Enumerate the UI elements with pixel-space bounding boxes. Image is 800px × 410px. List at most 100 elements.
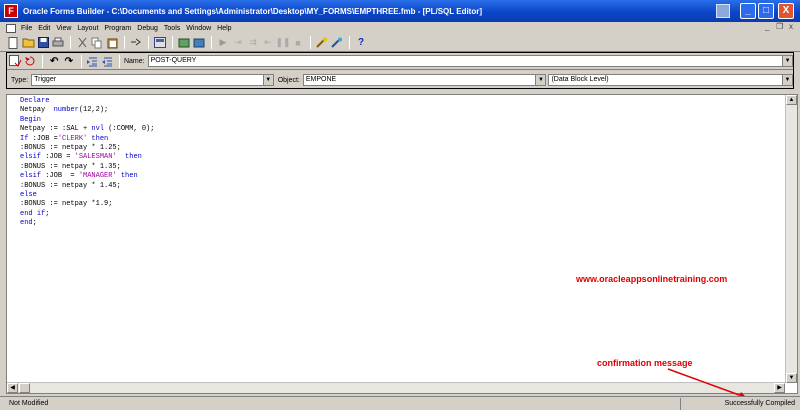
code-line[interactable]: :BONUS := netpay * 1.25; <box>20 144 154 153</box>
toolbar-separator <box>211 36 212 49</box>
menu-bar: File Edit View Layout Program Debug Tool… <box>0 22 800 34</box>
pause-icon[interactable]: ❚❚ <box>275 36 290 50</box>
code-line[interactable]: else <box>20 191 154 200</box>
name-field[interactable]: POST-QUERY ▼ <box>147 55 794 67</box>
code-line[interactable]: :BONUS := netpay *1.9; <box>20 200 154 209</box>
object-label: Object: <box>277 76 300 84</box>
toolbar-separator <box>172 36 173 49</box>
oracle-forms-app-icon[interactable]: F <box>4 4 18 18</box>
code-line[interactable]: Begin <box>20 116 154 125</box>
step-out-icon[interactable]: ⇤ <box>261 36 275 50</box>
chevron-down-icon[interactable]: ▼ <box>782 75 792 85</box>
stop-icon[interactable]: ■ <box>291 36 305 50</box>
cut-icon[interactable] <box>75 36 89 50</box>
compile-all-icon[interactable] <box>192 36 206 50</box>
editor-separator <box>80 54 82 68</box>
name-value: POST-QUERY <box>150 57 197 64</box>
open-icon[interactable] <box>21 36 35 50</box>
code-line[interactable]: Netpay := :SAL + nvl (:COMM, 0); <box>20 125 154 134</box>
watermark-text: www.oracleappsonlinetraining.com <box>576 274 728 284</box>
scroll-left-arrow[interactable]: ◀ <box>7 383 18 393</box>
vertical-scrollbar[interactable]: ▲ ▼ <box>785 95 797 383</box>
object-value: EMPONE <box>305 76 337 83</box>
go-icon[interactable]: ▶ <box>216 36 230 50</box>
toolbar-separator <box>124 36 125 49</box>
step-into-icon[interactable]: ⇥ <box>231 36 245 50</box>
chevron-down-icon[interactable]: ▼ <box>782 56 793 66</box>
code-line[interactable]: If :JOB ='CLERK' then <box>20 135 154 144</box>
mdi-minimize-button[interactable]: _ <box>765 22 769 31</box>
type-value: Trigger <box>34 76 57 83</box>
status-compiled: Successfully Compiled <box>724 400 795 407</box>
toolbar-separator <box>148 36 149 49</box>
window-title: Oracle Forms Builder - C:\Documents and … <box>23 6 483 16</box>
editor-separator <box>42 54 44 68</box>
plsql-editor-header: ↶ ↷ Name: POST-QUERY ▼ Type: Trigger ▼ O… <box>6 52 794 89</box>
menu-layout[interactable]: Layout <box>74 25 101 32</box>
menu-debug[interactable]: Debug <box>134 25 161 32</box>
object-dropdown[interactable]: EMPONE ▼ <box>302 74 547 86</box>
horizontal-scroll-thumb[interactable] <box>19 383 30 393</box>
undo-icon[interactable]: ↶ <box>47 54 61 68</box>
indent-icon[interactable] <box>86 54 100 68</box>
chevron-down-icon[interactable]: ▼ <box>262 75 273 85</box>
chevron-down-icon[interactable]: ▼ <box>535 75 546 85</box>
compile-icon[interactable] <box>177 36 191 50</box>
horizontal-scrollbar[interactable]: ◀ ▶ <box>7 382 785 393</box>
wizard-icon[interactable] <box>315 36 329 50</box>
code-line[interactable]: :BONUS := netpay * 1.35; <box>20 163 154 172</box>
annotation-label: confirmation message <box>597 358 693 368</box>
main-toolbar: ▶ ⇥ ⇉ ⇤ ❚❚ ■ ? <box>0 34 800 52</box>
type-dropdown[interactable]: Trigger ▼ <box>31 74 274 86</box>
minimize-button[interactable]: _ <box>740 3 756 19</box>
maximize-button[interactable]: □ <box>758 3 774 19</box>
code-line[interactable]: Netpay number(12,2); <box>20 106 154 115</box>
run-form-icon[interactable] <box>153 36 167 50</box>
layout-wizard-icon[interactable] <box>330 36 344 50</box>
save-icon[interactable] <box>36 36 50 50</box>
connect-icon[interactable] <box>129 36 143 50</box>
toolbar-separator <box>349 36 350 49</box>
outdent-icon[interactable] <box>100 54 114 68</box>
copy-icon[interactable] <box>90 36 104 50</box>
level-dropdown[interactable]: (Data Block Level) ▼ <box>548 74 793 86</box>
code-line[interactable]: end; <box>20 219 154 228</box>
scroll-up-arrow[interactable]: ▲ <box>786 95 797 105</box>
step-over-icon[interactable]: ⇉ <box>246 36 260 50</box>
status-divider <box>680 398 681 410</box>
mdi-restore-button[interactable]: ❐ <box>776 22 783 31</box>
redo-icon[interactable]: ↷ <box>62 54 76 68</box>
code-line[interactable]: end if; <box>20 210 154 219</box>
menu-file[interactable]: File <box>18 25 35 32</box>
title-bar: F Oracle Forms Builder - C:\Documents an… <box>0 0 800 22</box>
document-icon[interactable] <box>6 23 16 33</box>
code-line[interactable]: elsif :JOB = 'SALESMAN' then <box>20 153 154 162</box>
compile-plsql-icon[interactable] <box>9 54 23 68</box>
menu-view[interactable]: View <box>53 25 74 32</box>
level-value: (Data Block Level) <box>551 76 609 83</box>
code-line[interactable]: Declare <box>20 97 154 106</box>
revert-icon[interactable] <box>24 54 38 68</box>
menu-help[interactable]: Help <box>214 25 234 32</box>
code-line[interactable]: :BONUS := netpay * 1.45; <box>20 182 154 191</box>
help-icon[interactable]: ? <box>354 36 368 50</box>
mdi-close-button[interactable]: x <box>789 22 793 31</box>
network-icon <box>716 4 730 18</box>
editor-separator <box>118 54 120 68</box>
code-editor[interactable]: Declare Netpay number(12,2); Begin Netpay :… <box>6 94 798 394</box>
menu-tools[interactable]: Tools <box>161 25 183 32</box>
type-label: Type: <box>11 76 29 84</box>
code-line[interactable]: elsif :JOB = 'MANAGER' then <box>20 172 154 181</box>
new-icon[interactable] <box>6 36 20 50</box>
menu-program[interactable]: Program <box>101 25 134 32</box>
status-bar: Not Modified Successfully Compiled <box>0 396 800 410</box>
menu-window[interactable]: Window <box>183 25 214 32</box>
print-icon[interactable] <box>51 36 65 50</box>
paste-icon[interactable] <box>105 36 119 50</box>
status-modified: Not Modified <box>9 400 49 407</box>
scroll-right-arrow[interactable]: ▶ <box>774 383 785 393</box>
scroll-down-arrow[interactable]: ▼ <box>786 373 797 383</box>
close-button[interactable]: X <box>778 3 794 19</box>
menu-edit[interactable]: Edit <box>35 25 53 32</box>
code-text[interactable]: Declare Netpay number(12,2); Begin Netpay :… <box>20 97 154 229</box>
